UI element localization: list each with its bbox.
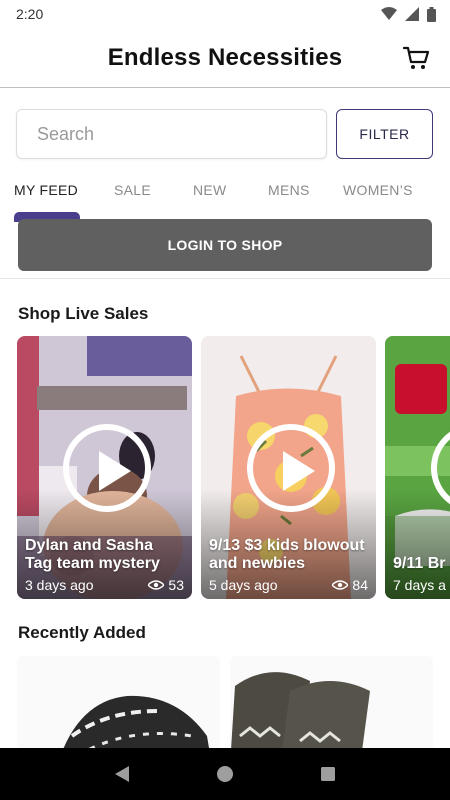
live-sales-carousel[interactable]: Dylan and Sasha Tag team mystery 3 days … xyxy=(0,336,450,600)
card-view-count: 53 xyxy=(168,577,184,593)
play-icon[interactable] xyxy=(63,424,151,512)
status-icons xyxy=(381,6,436,22)
tab-new[interactable]: NEW xyxy=(193,182,227,198)
back-button[interactable] xyxy=(110,762,134,786)
tab-sale[interactable]: SALE xyxy=(114,182,151,198)
card-meta: 7 days a xyxy=(393,577,450,593)
play-icon[interactable] xyxy=(247,424,335,512)
live-sale-card[interactable]: Dylan and Sasha Tag team mystery 3 days … xyxy=(17,336,192,599)
recents-button[interactable] xyxy=(316,762,340,786)
card-title: Dylan and Sasha Tag team mystery xyxy=(25,537,160,572)
home-button[interactable] xyxy=(213,762,237,786)
card-title: 9/11 Br and Mo xyxy=(393,555,450,572)
recently-added-title: Recently Added xyxy=(18,623,146,642)
card-meta: 5 days ago 84 xyxy=(209,577,368,593)
status-time: 2:20 xyxy=(16,6,44,22)
recents-icon xyxy=(321,767,336,781)
app-title: Endless Necessities xyxy=(107,43,343,71)
card-time: 7 days a xyxy=(393,577,446,593)
card-view-count: 84 xyxy=(352,577,368,593)
category-tabs: MY FEED SALE NEW MENS WOMEN’S xyxy=(0,172,450,212)
live-sale-card[interactable]: 9/11 Br and Mo 7 days a xyxy=(385,336,450,599)
tab-mens[interactable]: MENS xyxy=(268,182,310,198)
search-input[interactable]: Search xyxy=(16,109,327,159)
card-time: 5 days ago xyxy=(209,577,278,593)
card-title: 9/13 $3 kids blowout and newbies xyxy=(209,537,365,572)
signal-icon xyxy=(405,7,419,21)
live-sale-card[interactable]: 9/13 $3 kids blowout and newbies 5 days … xyxy=(201,336,376,599)
card-meta: 3 days ago 53 xyxy=(25,577,184,593)
eye-icon xyxy=(148,580,165,590)
divider xyxy=(0,278,450,279)
status-bar: 2:20 xyxy=(0,0,450,28)
back-icon xyxy=(114,766,129,782)
eye-icon xyxy=(332,580,349,590)
battery-icon xyxy=(427,6,436,22)
filter-button[interactable]: FILTER xyxy=(336,109,433,159)
card-views: 53 xyxy=(148,577,184,593)
home-icon xyxy=(216,766,233,782)
app-header: Endless Necessities xyxy=(0,28,450,88)
cart-icon[interactable] xyxy=(402,44,430,72)
card-time: 3 days ago xyxy=(25,577,94,593)
tab-womens[interactable]: WOMEN’S xyxy=(343,182,413,198)
system-nav-bar xyxy=(0,748,450,800)
wifi-icon xyxy=(381,7,397,20)
tab-my-feed[interactable]: MY FEED xyxy=(14,182,78,198)
card-views: 84 xyxy=(332,577,368,593)
live-sales-title: Shop Live Sales xyxy=(18,304,149,323)
login-to-shop-button[interactable]: LOGIN TO SHOP xyxy=(18,219,432,271)
search-placeholder: Search xyxy=(37,123,95,144)
